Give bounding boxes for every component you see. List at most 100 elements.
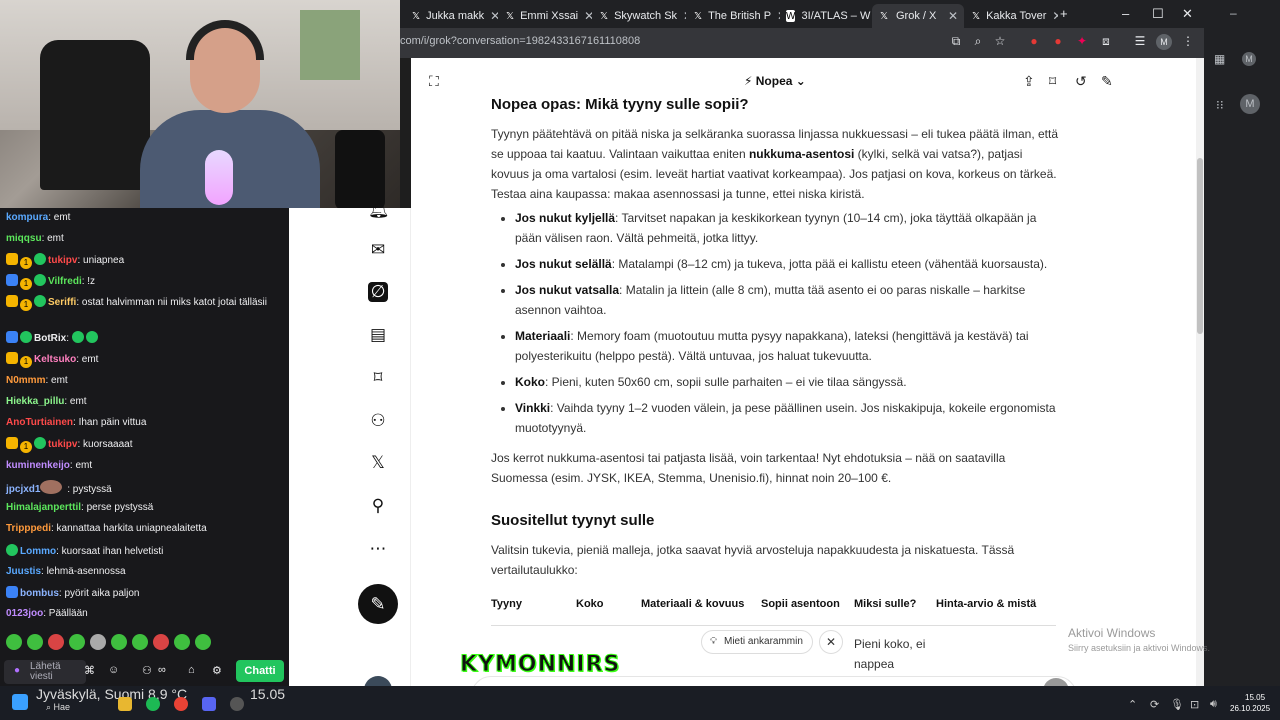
windows-activation-subtitle: Siirry asetuksiin ja aktivoi Windows. <box>1068 643 1211 653</box>
file-explorer-icon[interactable] <box>118 697 132 711</box>
crown-badge-icon <box>6 295 18 307</box>
emote-icon[interactable] <box>132 634 148 650</box>
close-tab-icon[interactable]: ✕ <box>490 9 498 23</box>
extensions-puzzle-icon[interactable]: ⧈ <box>1098 34 1114 50</box>
profile-avatar[interactable]: M <box>1156 34 1172 50</box>
sync-icon[interactable]: ⟳ <box>1150 698 1159 711</box>
network-icon[interactable]: ⊡ <box>1190 698 1199 711</box>
emote-icon[interactable] <box>69 634 85 650</box>
bookmarks-icon[interactable]: ⌑ <box>368 368 388 388</box>
store-icon[interactable]: ⌂ <box>188 664 195 676</box>
browser-tab[interactable]: 𝕏Skywatch Sk✕ <box>594 4 686 28</box>
x-premium-icon[interactable]: 𝕏 <box>368 453 388 473</box>
close-tab-icon[interactable]: ✕ <box>948 9 958 23</box>
emote-icon[interactable] <box>6 634 22 650</box>
post-compose-button[interactable]: ✎ <box>358 584 398 624</box>
discord-icon[interactable] <box>202 697 216 711</box>
system-clock-time[interactable]: 15.05 <box>1245 693 1265 702</box>
chrome-icon[interactable] <box>174 697 188 711</box>
profile-avatar[interactable]: M <box>1242 52 1256 66</box>
extension-icon[interactable]: ● <box>1050 34 1066 50</box>
minimize-icon[interactable]: – <box>1122 6 1129 21</box>
minimize-icon[interactable]: – <box>1230 6 1237 20</box>
emote-icon[interactable] <box>174 634 190 650</box>
microphone-icon[interactable]: 🎙︎ <box>1170 698 1184 711</box>
new-chat-icon[interactable]: ✎ <box>1101 73 1113 90</box>
system-clock-date[interactable]: 26.10.2025 <box>1230 704 1270 713</box>
extension-icon[interactable]: ● <box>1026 34 1042 50</box>
chat-message: N0mmm: emt <box>6 375 68 386</box>
obs-icon[interactable] <box>230 697 244 711</box>
profile-icon[interactable]: ⚲ <box>368 496 388 516</box>
emote-icon[interactable] <box>90 634 106 650</box>
apps-grid-icon[interactable]: ⁝⁝ <box>1216 98 1224 112</box>
browser-tab-active[interactable]: 𝕏 Grok / X ✕ <box>872 4 964 28</box>
settings-gear-icon[interactable]: ⚙ <box>212 664 222 677</box>
install-app-icon[interactable]: ⧉ <box>948 34 964 50</box>
gem-badge-icon <box>34 253 46 265</box>
page-scrollbar[interactable] <box>1196 58 1204 698</box>
emote-picker-icon[interactable]: ☺ <box>108 664 119 676</box>
chat-send-button[interactable]: Chatti <box>236 660 284 682</box>
browser-tab[interactable]: 𝕏The British P✕ <box>688 4 780 28</box>
browser-tab[interactable]: W3I/ATLAS – W✕ <box>780 4 872 28</box>
link-icon[interactable]: ∞ <box>158 664 166 676</box>
profile-avatar[interactable]: M <box>1240 94 1260 114</box>
extensions-icon[interactable]: ⚇ <box>142 664 152 677</box>
communities-icon[interactable]: ⚇ <box>368 411 388 431</box>
stream-logo: KYMONNIRS <box>459 652 621 678</box>
messages-mail-icon[interactable]: ✉ <box>368 240 388 260</box>
share-icon[interactable]: ⇪ <box>1023 73 1035 90</box>
history-icon[interactable]: ↺ <box>1075 73 1087 90</box>
chat-message: 1 tukipv: kuorsaaaat <box>6 437 282 453</box>
table-header-cell: Koko <box>576 598 604 610</box>
chat-message: Juustis: lehmä-asennossa <box>6 566 126 577</box>
browser-tabbar: 𝕏Jukka makk✕ 𝕏Emmi Xssai✕ 𝕏Skywatch Sk✕ … <box>400 0 1204 28</box>
bookmark-icon[interactable]: ⌑ <box>1049 73 1056 90</box>
browser-tab[interactable]: 𝕏 Kakka Tover ✕ <box>966 4 1058 28</box>
windows-start-icon[interactable] <box>12 694 28 710</box>
chat-message: AnoTurtiainen: Ihan päin vittua <box>6 417 147 428</box>
expand-icon[interactable]: ⛶ <box>429 73 439 90</box>
notifications-bell-icon[interactable]: 🔔︎ <box>368 200 390 220</box>
taskbar-search[interactable]: ⌕ Hae <box>46 702 106 718</box>
close-tab-icon[interactable]: ✕ <box>1052 9 1058 23</box>
maximize-icon[interactable]: ☐ <box>1152 6 1164 22</box>
emote-icon[interactable] <box>195 634 211 650</box>
browser-tab[interactable]: 𝕏 Jukka makk ✕ <box>406 4 498 28</box>
spotify-icon[interactable] <box>146 697 160 711</box>
grok-icon[interactable]: ∅ <box>368 282 388 302</box>
extension-icon[interactable]: ✦ <box>1074 34 1090 50</box>
more-options-icon[interactable]: ⋯ <box>368 539 388 559</box>
list-item: Jos nukut vatsalla: Matalin ja littein (… <box>515 280 1061 320</box>
grok-conversation: ⛶ ⚡ Nopea ⌄ ⇪ ⌑ ↺ ✎ Nopea opas: Mikä tyy… <box>411 58 1196 698</box>
emote-icon[interactable] <box>27 634 43 650</box>
apps-grid-icon[interactable]: ▦ <box>1214 52 1225 66</box>
close-tab-icon[interactable]: ✕ <box>683 9 686 23</box>
close-icon[interactable]: ✕ <box>819 630 843 654</box>
chat-input[interactable]: ● Lähetä viesti <box>4 660 86 684</box>
comparison-table-header: Tyyny Koko Materiaali & kovuus Sopii ase… <box>491 598 1056 626</box>
browser-tab[interactable]: 𝕏 Emmi Xssai ✕ <box>500 4 592 28</box>
volume-icon[interactable]: 🔊︎ <box>1210 698 1217 711</box>
model-mode-selector[interactable]: ⚡ Nopea ⌄ <box>744 74 806 88</box>
emote-icon[interactable] <box>153 634 169 650</box>
lists-icon[interactable]: ▤ <box>368 325 388 345</box>
emote-icon[interactable] <box>48 634 64 650</box>
grok-sidebar <box>289 208 411 720</box>
url-field[interactable]: com/i/grok?conversation=1982433167161110… <box>400 35 640 47</box>
list-item: Koko: Pieni, kuten 50x60 cm, sopii sulle… <box>515 372 1061 392</box>
think-harder-button[interactable]: 💡︎ Mieti ankarammin <box>701 630 813 654</box>
menu-kebab-icon[interactable]: ⋮ <box>1180 34 1196 50</box>
close-tab-icon[interactable]: ✕ <box>584 9 592 23</box>
close-window-icon[interactable]: ✕ <box>1182 6 1193 22</box>
command-icon[interactable]: ⌘ <box>84 664 95 677</box>
bookmark-star-icon[interactable]: ☆ <box>992 34 1008 50</box>
new-tab-icon[interactable]: + <box>1060 6 1068 21</box>
reading-list-icon[interactable]: ☰ <box>1132 34 1148 50</box>
scrollbar-thumb[interactable] <box>1197 158 1203 334</box>
crown-badge-icon <box>6 352 18 364</box>
chevron-up-icon[interactable]: ⌃ <box>1128 698 1137 711</box>
zoom-icon[interactable]: ⌕ <box>970 34 986 50</box>
emote-icon[interactable] <box>111 634 127 650</box>
